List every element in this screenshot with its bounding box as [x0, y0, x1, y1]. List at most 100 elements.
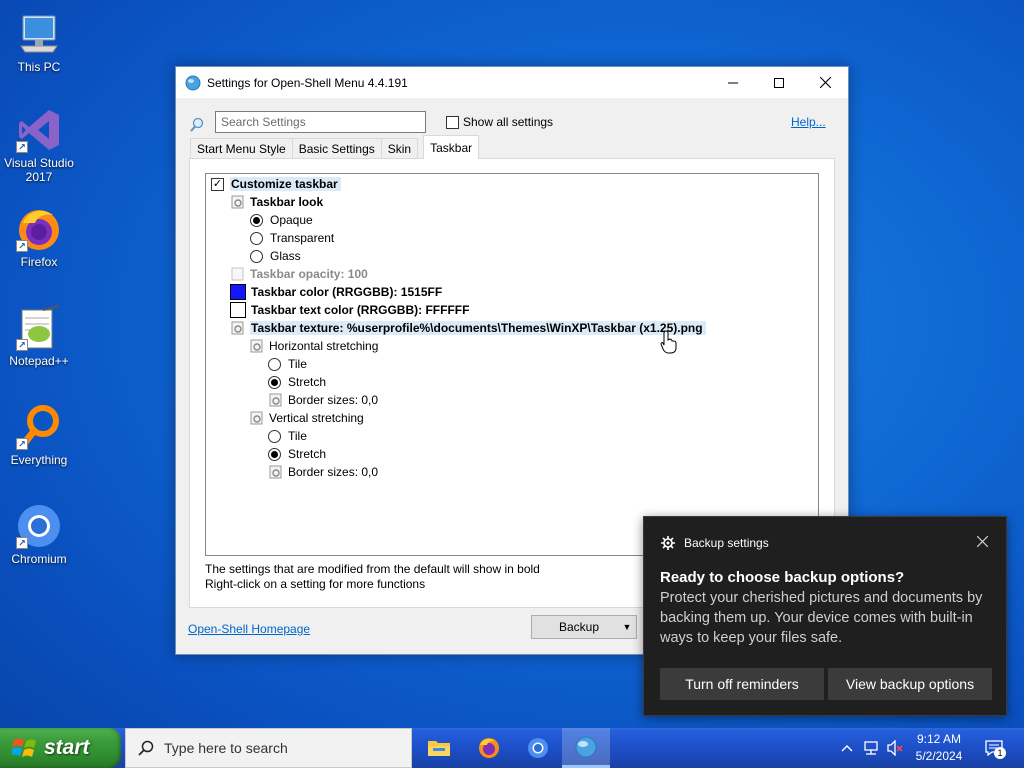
- show-hidden-icons-button[interactable]: [838, 728, 856, 768]
- taskbar-chromium[interactable]: [514, 728, 562, 768]
- window-title: Settings for Open-Shell Menu 4.4.191: [207, 75, 408, 90]
- radio-button[interactable]: [268, 375, 281, 389]
- radio-button[interactable]: [268, 357, 281, 371]
- tree-label: Opaque: [270, 213, 313, 227]
- action-center-button[interactable]: 1: [980, 728, 1008, 768]
- network-tray-icon[interactable]: [860, 728, 882, 768]
- desktop-icon-label: This PC: [17, 60, 61, 74]
- firefox-icon: [479, 738, 499, 758]
- taskbar: start Type here to search 9:12 AM 5/2/20…: [0, 728, 1024, 768]
- radio-horizontal-tile[interactable]: Tile: [268, 355, 307, 373]
- tree-label: Glass: [270, 249, 301, 263]
- close-icon: [819, 77, 831, 88]
- tab-taskbar[interactable]: Taskbar: [423, 135, 480, 159]
- toast-title: Ready to choose backup options?: [660, 569, 905, 586]
- radio-transparent[interactable]: Transparent: [250, 229, 334, 247]
- taskbar-firefox[interactable]: [465, 728, 513, 768]
- tree-label: Stretch: [288, 375, 327, 389]
- color-swatch[interactable]: [230, 284, 246, 300]
- radio-button[interactable]: [250, 231, 263, 245]
- show-all-settings-label: Show all settings: [463, 115, 554, 129]
- open-shell-icon: [575, 736, 597, 757]
- folder-icon: [428, 741, 450, 756]
- radio-vertical-tile[interactable]: Tile: [268, 427, 307, 445]
- firefox-icon: ↗: [15, 205, 63, 253]
- turn-off-reminders-button[interactable]: Turn off reminders: [660, 668, 824, 700]
- radio-vertical-stretch[interactable]: Stretch: [268, 445, 326, 463]
- tree-label: Stretch: [288, 447, 327, 461]
- tree-item-horizontal-stretching[interactable]: Horizontal stretching: [249, 337, 378, 355]
- network-icon: [864, 741, 878, 755]
- radio-button[interactable]: [268, 429, 281, 443]
- customize-taskbar-checkbox[interactable]: ✓: [211, 177, 224, 191]
- start-label: start: [44, 736, 90, 759]
- toast-close-button[interactable]: [976, 534, 989, 550]
- taskbar-search-box[interactable]: Type here to search: [125, 728, 412, 768]
- open-shell-homepage-link[interactable]: Open-Shell Homepage: [188, 622, 310, 636]
- taskbar-clock[interactable]: 9:12 AM 5/2/2024: [910, 731, 968, 765]
- notification-count-badge: 1: [994, 747, 1006, 759]
- tree-item-customize-taskbar[interactable]: ✓ Customize taskbar: [211, 175, 341, 193]
- tree-label: Horizontal stretching: [269, 339, 379, 353]
- radio-button[interactable]: [250, 249, 263, 263]
- radio-button[interactable]: [250, 213, 263, 227]
- tree-label: Taskbar texture: %userprofile%\documents…: [250, 321, 706, 335]
- chromium-icon: [528, 738, 548, 758]
- toast-body: Protect your cherished pictures and docu…: [660, 590, 983, 646]
- settings-tabs: Start Menu Style Basic Settings Skin Tas…: [190, 135, 480, 159]
- tree-item-vertical-border-sizes[interactable]: Border sizes: 0,0: [268, 463, 378, 481]
- volume-tray-icon[interactable]: [884, 728, 906, 768]
- tree-item-taskbar-opacity[interactable]: Taskbar opacity: 100: [230, 265, 368, 283]
- tab-skin[interactable]: Skin: [380, 138, 419, 159]
- taskbar-open-shell-settings[interactable]: [562, 728, 610, 768]
- hand-cursor-icon: [660, 330, 677, 354]
- tree-item-vertical-stretching[interactable]: Vertical stretching: [249, 409, 364, 427]
- settings-page-icon: [230, 320, 246, 336]
- search-icon: [190, 117, 204, 132]
- backup-button[interactable]: Backup ▼: [531, 615, 637, 639]
- show-all-settings-checkbox[interactable]: Show all settings: [446, 115, 553, 129]
- tree-label: Tile: [288, 429, 307, 443]
- tree-item-taskbar-color[interactable]: Taskbar color (RRGGBB): 1515FF: [230, 283, 442, 301]
- tree-item-taskbar-look[interactable]: Taskbar look: [230, 193, 323, 211]
- radio-glass[interactable]: Glass: [250, 247, 301, 265]
- checkbox-box[interactable]: [446, 115, 459, 129]
- view-backup-options-button[interactable]: View backup options: [828, 668, 992, 700]
- taskbar-file-explorer[interactable]: [415, 728, 463, 768]
- radio-button[interactable]: [268, 447, 281, 461]
- tree-label: Vertical stretching: [269, 411, 364, 425]
- tree-item-taskbar-texture[interactable]: Taskbar texture: %userprofile%\documents…: [230, 319, 706, 337]
- help-link[interactable]: Help...: [791, 115, 826, 129]
- tree-label: Taskbar opacity: 100: [250, 267, 368, 281]
- everything-icon: ↗: [15, 403, 63, 451]
- desktop-icon-label: Visual Studio 2017: [4, 156, 74, 184]
- radio-opaque[interactable]: Opaque: [250, 211, 313, 229]
- close-button[interactable]: [802, 67, 848, 98]
- dropdown-arrow-icon[interactable]: ▼: [618, 622, 636, 632]
- notification-icon: 1: [985, 740, 1006, 759]
- settings-page-icon: [230, 194, 246, 210]
- search-input[interactable]: Search Settings: [215, 111, 426, 133]
- title-bar[interactable]: Settings for Open-Shell Menu 4.4.191: [176, 67, 848, 98]
- tree-item-taskbar-text-color[interactable]: Taskbar text color (RRGGBB): FFFFFF: [230, 301, 469, 319]
- desktop-icon-chromium[interactable]: ↗ Chromium: [0, 502, 78, 566]
- start-button[interactable]: start: [0, 728, 121, 768]
- maximize-icon: [774, 77, 784, 88]
- maximize-button[interactable]: [756, 67, 802, 98]
- hint-bold-settings: The settings that are modified from the …: [205, 562, 540, 576]
- radio-horizontal-stretch[interactable]: Stretch: [268, 373, 326, 391]
- desktop-icon-this-pc[interactable]: This PC: [0, 10, 78, 74]
- visual-studio-icon: ↗: [15, 106, 63, 154]
- tab-basic-settings[interactable]: Basic Settings: [291, 138, 382, 159]
- tree-item-horizontal-border-sizes[interactable]: Border sizes: 0,0: [268, 391, 378, 409]
- desktop-icon-visual-studio[interactable]: ↗ Visual Studio 2017: [0, 106, 78, 184]
- tab-start-menu-style[interactable]: Start Menu Style: [190, 138, 293, 159]
- minimize-button[interactable]: [710, 67, 756, 98]
- shortcut-arrow-icon: ↗: [16, 240, 28, 252]
- desktop-icon-notepad-plus-plus[interactable]: ↗ Notepad++: [0, 304, 78, 368]
- settings-tree[interactable]: ✓ Customize taskbar Taskbar look Opaque …: [205, 173, 819, 556]
- desktop-icon-everything[interactable]: ↗ Everything: [0, 403, 78, 467]
- desktop-icon-firefox[interactable]: ↗ Firefox: [0, 205, 78, 269]
- color-swatch[interactable]: [230, 302, 246, 318]
- windows-flag-icon: [12, 738, 36, 757]
